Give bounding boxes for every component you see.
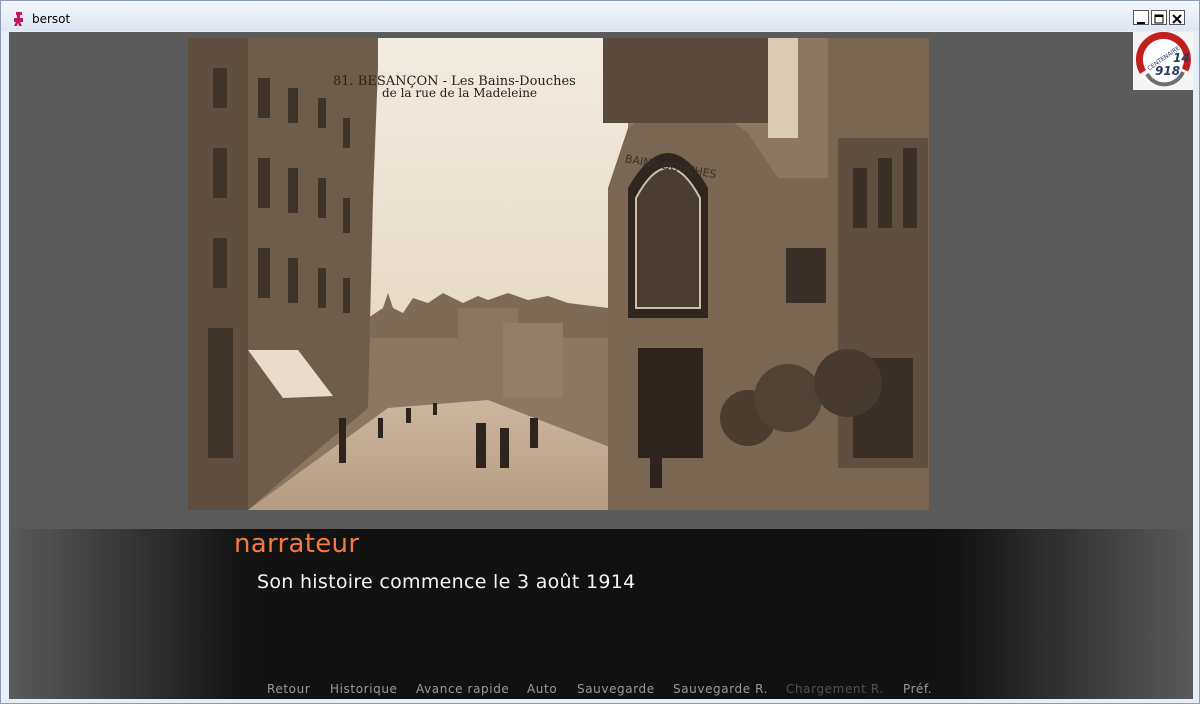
quick-menu-skip[interactable]: Avance rapide <box>416 682 509 696</box>
quick-menu-history[interactable]: Historique <box>330 682 398 696</box>
postcard-image: 81. BESANÇON - Les Bains-Douches de la r… <box>188 38 929 510</box>
quick-menu-preferences[interactable]: Préf. <box>903 682 932 696</box>
quick-menu-auto[interactable]: Auto <box>527 682 557 696</box>
badge-years: 14 <box>1173 51 1190 65</box>
minimize-icon <box>1137 22 1145 24</box>
minimize-button[interactable] <box>1133 10 1149 25</box>
badge-years-2: 918 <box>1155 64 1180 78</box>
speaker-name: narrateur <box>234 529 360 559</box>
dialogue-text: Son histoire commence le 3 août 1914 <box>257 571 636 593</box>
title-bar[interactable]: bersot <box>1 1 1199 31</box>
maximize-button[interactable] <box>1151 10 1167 25</box>
maximize-icon <box>1154 14 1164 24</box>
quick-menu-quick-load[interactable]: Chargement R. <box>786 682 884 696</box>
app-icon <box>14 12 23 26</box>
close-button[interactable] <box>1169 10 1185 25</box>
quick-menu: Retour Historique Avance rapide Auto Sau… <box>9 682 1193 698</box>
game-window: bersot 81. BESANÇON - Les Bains-Douches … <box>0 0 1200 704</box>
quick-menu-back[interactable]: Retour <box>267 682 310 696</box>
dialogue-box[interactable]: narrateur Son histoire commence le 3 aoû… <box>9 529 1193 699</box>
postcard-caption-line2: de la rue de la Madeleine <box>382 86 537 100</box>
quick-menu-quick-save[interactable]: Sauvegarde R. <box>673 682 768 696</box>
centenaire-badge: CENTENAIRE 14 918 <box>1133 32 1193 90</box>
quick-menu-save[interactable]: Sauvegarde <box>577 682 655 696</box>
close-icon <box>1172 14 1182 24</box>
game-screen[interactable]: 81. BESANÇON - Les Bains-Douches de la r… <box>9 32 1193 699</box>
window-title: bersot <box>32 12 71 26</box>
